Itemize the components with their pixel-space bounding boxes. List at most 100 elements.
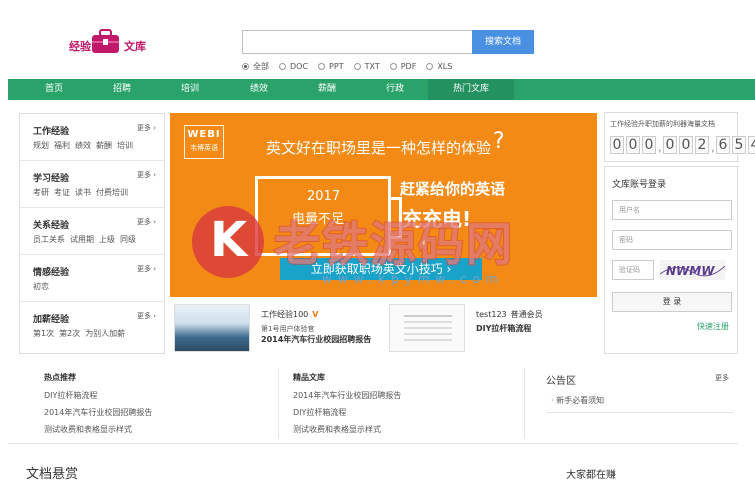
banner-year: 2017: [307, 189, 341, 204]
captcha-field[interactable]: 验证码: [612, 260, 654, 280]
nav-admin[interactable]: 行政: [360, 79, 430, 100]
question-mark-icon: ?: [493, 129, 505, 154]
login-button[interactable]: 登 录: [612, 292, 732, 312]
hot-title: 热点推荐: [44, 373, 76, 382]
more-link[interactable]: 更多 ›: [137, 217, 156, 227]
search-input[interactable]: [242, 30, 472, 54]
doc-thumbnail[interactable]: [389, 304, 465, 352]
featured-link[interactable]: 测试收费和表格显示样式: [293, 424, 381, 435]
doc-card[interactable]: test123 普通会员 DIY拉杆箱流程: [385, 300, 597, 354]
radio-icon[interactable]: [242, 63, 249, 70]
category-link[interactable]: 同级: [120, 234, 136, 245]
category-raise: 加薪经验 更多 › 第1次 第2次 为别人加薪: [20, 302, 164, 349]
category-link[interactable]: 读书: [75, 187, 91, 198]
site-logo[interactable]: 经验 文库: [66, 26, 150, 56]
captcha-image[interactable]: NWMW: [660, 260, 725, 280]
category-link[interactable]: 第2次: [59, 328, 80, 339]
nav-home[interactable]: 首页: [19, 79, 89, 100]
column-divider: [278, 368, 279, 438]
doc-counter: 工作经验升职加薪的利器海量文档 0 0 0 , 0 0 2 , 6 5 4: [604, 112, 755, 162]
hot-link[interactable]: DIY拉杆箱流程: [44, 390, 97, 401]
nav-training[interactable]: 培训: [155, 79, 225, 100]
radio-icon[interactable]: [318, 63, 326, 70]
notice-more-link[interactable]: 更多: [715, 373, 729, 383]
nav-hot-library[interactable]: 热门文库: [428, 79, 514, 100]
password-field[interactable]: 密码: [612, 230, 732, 250]
card-author: test123 普通会员: [476, 310, 543, 319]
category-link[interactable]: 薪酬: [96, 140, 112, 151]
counter-digits: 0 0 0 , 0 0 2 , 6 5 4: [610, 136, 755, 158]
doc-type-txt[interactable]: TXT: [353, 61, 380, 72]
category-link[interactable]: 员工关系: [33, 234, 65, 245]
category-link[interactable]: 培训: [117, 140, 133, 151]
more-link[interactable]: 更多 ›: [137, 311, 156, 321]
radio-icon[interactable]: [389, 63, 397, 70]
banner-battery-text: 电量不足: [292, 212, 345, 227]
doc-type-ppt[interactable]: PPT: [318, 61, 344, 72]
featured-link[interactable]: 2014年汽车行业校园招聘报告: [293, 390, 401, 401]
card-subtitle: 第1号用户体验官: [261, 325, 315, 333]
briefcase-icon: [92, 29, 119, 53]
login-panel: 文库账号登录 用户名 密码 验证码 NWMW 登 录 快速注册: [604, 166, 738, 354]
category-title[interactable]: 学习经验: [33, 171, 69, 184]
doc-type-filter: 全部 DOC PPT TXT PDF XLS: [242, 61, 452, 72]
category-work: 工作经验 更多 › 规划 福利 绩效 薪酬 培训: [20, 114, 164, 161]
quick-register-link[interactable]: 快速注册: [697, 321, 729, 332]
doc-type-doc[interactable]: DOC: [279, 61, 308, 72]
doc-type-all[interactable]: 全部: [242, 61, 269, 72]
recommend-section: 热点推荐 DIY拉杆箱流程 2014年汽车行业校园招聘报告 测试收费和表格显示样…: [8, 362, 738, 444]
captcha-text: NWMW: [666, 264, 715, 278]
doc-card[interactable]: 工作经验100 V 第1号用户体验官 2014年汽车行业校园招聘报告: [170, 300, 380, 354]
divider: [546, 412, 734, 413]
banner-brand-logo: WEBI 韦博英语: [184, 125, 224, 159]
category-link[interactable]: 为别人加薪: [85, 328, 125, 339]
more-link[interactable]: 更多 ›: [137, 170, 156, 180]
doc-thumbnail[interactable]: [174, 304, 250, 352]
doc-type-xls[interactable]: XLS: [426, 61, 452, 72]
category-link[interactable]: 初恋: [33, 281, 49, 292]
card-title[interactable]: 2014年汽车行业校园招聘报告: [261, 334, 371, 345]
category-link[interactable]: 第1次: [33, 328, 54, 339]
category-title[interactable]: 情感经验: [33, 265, 69, 278]
featured-link[interactable]: DIY拉杆箱流程: [293, 407, 346, 418]
featured-title: 精品文库: [293, 373, 325, 382]
radio-icon[interactable]: [279, 63, 286, 70]
category-link[interactable]: 规划: [33, 140, 49, 151]
username-field[interactable]: 用户名: [612, 200, 732, 220]
banner-cta-button[interactable]: 立即获取职场英文小技巧 ›: [280, 258, 482, 280]
category-link[interactable]: 考研: [33, 187, 49, 198]
logo-text-left: 经验: [69, 40, 91, 53]
category-title[interactable]: 关系经验: [33, 218, 69, 231]
category-link[interactable]: 绩效: [75, 140, 91, 151]
radio-icon[interactable]: [353, 63, 361, 70]
card-title[interactable]: DIY拉杆箱流程: [476, 323, 531, 334]
hot-link[interactable]: 测试收费和表格显示样式: [44, 424, 132, 435]
category-title[interactable]: 工作经验: [33, 124, 69, 137]
category-link[interactable]: 付费培训: [96, 187, 128, 198]
banner-slogan-big: 充充电!: [402, 207, 472, 231]
category-title[interactable]: 加薪经验: [33, 312, 69, 325]
doc-type-pdf[interactable]: PDF: [389, 61, 416, 72]
category-link[interactable]: 考证: [54, 187, 70, 198]
nav-salary[interactable]: 薪酬: [292, 79, 362, 100]
banner-slogan: 赶紧给你的英语: [400, 180, 506, 198]
notice-item[interactable]: · 新手必看须知: [551, 395, 604, 406]
more-link[interactable]: 更多 ›: [137, 264, 156, 274]
category-link[interactable]: 福利: [54, 140, 70, 151]
nav-recruit[interactable]: 招聘: [87, 79, 157, 100]
hot-link[interactable]: 2014年汽车行业校园招聘报告: [44, 407, 152, 418]
nav-performance[interactable]: 绩效: [224, 79, 294, 100]
more-link[interactable]: 更多 ›: [137, 123, 156, 133]
category-study: 学习经验 更多 › 考研 考证 读书 付费培训: [20, 161, 164, 208]
category-emotion: 情感经验 更多 › 初恋: [20, 255, 164, 302]
promo-banner[interactable]: WEBI 韦博英语 英文好在职场里是一种怎样的体验 ? 2017 电量不足 赶紧…: [170, 113, 597, 297]
search-button[interactable]: 搜索文档: [472, 30, 534, 54]
category-link[interactable]: 试用期: [70, 234, 94, 245]
radio-icon[interactable]: [426, 63, 434, 70]
category-relation: 关系经验 更多 › 员工关系 试用期 上级 同级: [20, 208, 164, 255]
category-sidebar: 工作经验 更多 › 规划 福利 绩效 薪酬 培训 学习经验 更多 › 考研 考证…: [19, 113, 165, 354]
category-link[interactable]: 上级: [99, 234, 115, 245]
login-title: 文库账号登录: [612, 180, 667, 190]
bounty-section-title: 文档悬赏: [26, 467, 79, 482]
main-nav: 首页 招聘 培训 绩效 薪酬 行政 热门文库: [8, 79, 755, 100]
